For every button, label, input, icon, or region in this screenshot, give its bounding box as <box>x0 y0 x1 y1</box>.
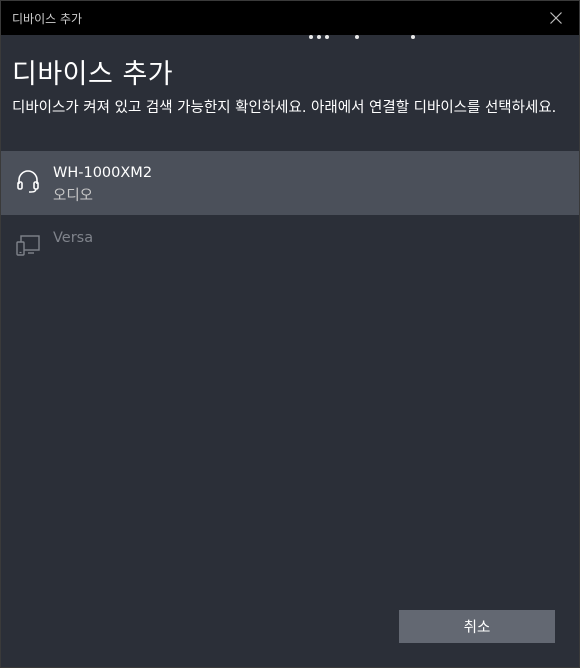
title-bar: 디바이스 추가 <box>1 1 579 35</box>
progress-dot <box>317 35 321 39</box>
cancel-button[interactable]: 취소 <box>399 610 555 643</box>
device-list: WH-1000XM2 오디오 <box>1 151 579 215</box>
device-item-wh-1000xm2[interactable]: WH-1000XM2 오디오 <box>1 151 579 215</box>
close-icon <box>550 12 562 24</box>
device-icon <box>16 235 40 256</box>
device-name: WH-1000XM2 <box>53 165 153 181</box>
device-name: Versa <box>53 230 94 246</box>
close-button[interactable] <box>533 1 579 35</box>
device-type: 오디오 <box>53 188 94 204</box>
window-title: 디바이스 추가 <box>12 12 83 26</box>
progress-dot <box>325 35 329 39</box>
progress-dot <box>355 35 359 39</box>
page-title: 디바이스 추가 <box>12 59 174 90</box>
instructions-text: 디바이스가 켜져 있고 검색 가능한지 확인하세요. 아래에서 연결할 디바이스… <box>12 100 557 116</box>
headset-icon <box>17 170 39 193</box>
add-device-dialog: 디바이스 추가 디바이스 추가 디바이스가 켜져 있고 검색 가능한지 확인하세… <box>0 0 580 668</box>
searching-progress-indicator <box>1 35 579 41</box>
progress-dot <box>411 35 415 39</box>
device-item-versa[interactable]: Versa <box>1 215 579 265</box>
progress-dot <box>309 35 313 39</box>
